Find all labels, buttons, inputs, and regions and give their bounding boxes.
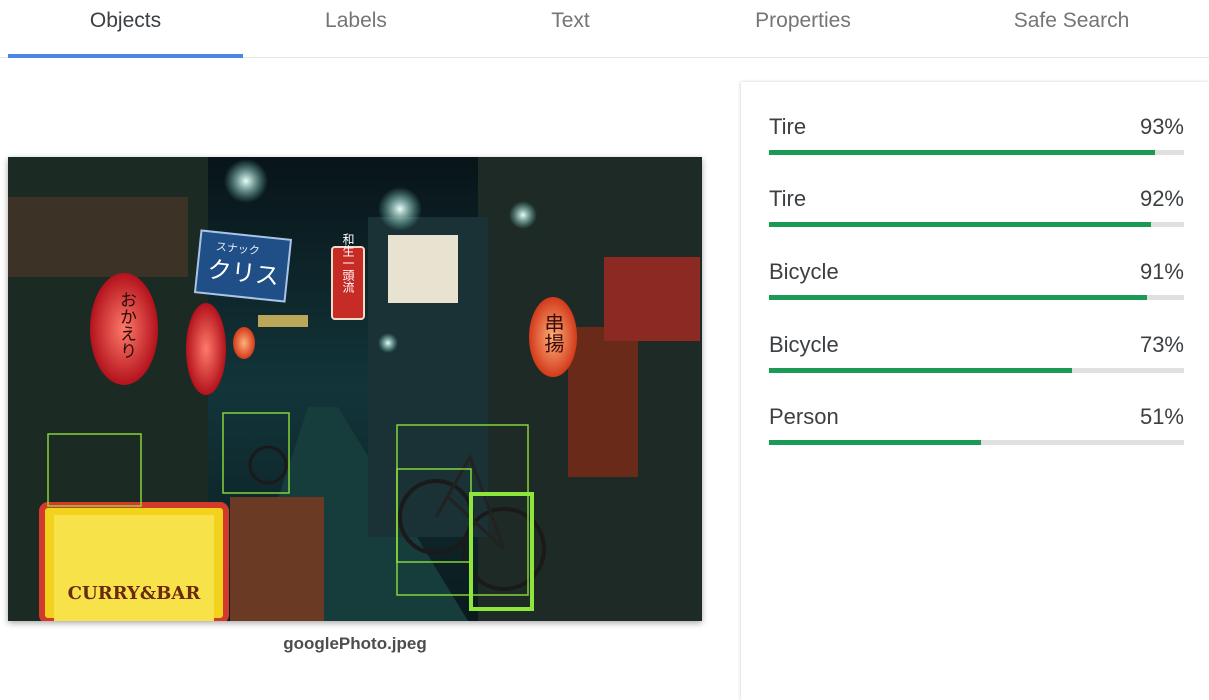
result-name: Person [769,404,839,429]
result-percent: 73% [1139,332,1184,357]
photo-illustration: スナック クリス 和生一頭流 おかえり 串揚 CURRY&BAR [8,157,702,621]
distant-lights [258,315,308,327]
confidence-bar-fill [769,222,1151,227]
result-percent: 92% [1139,186,1184,211]
confidence-bar-track [769,440,1184,445]
tab-properties-label: Properties [755,9,851,32]
confidence-bar-fill [769,150,1155,155]
street-lamp [509,201,537,229]
red-curtain [604,257,700,341]
vision-api-demo: Objects Labels Text Properties Safe Sear… [0,0,1209,700]
tab-bar: Objects Labels Text Properties Safe Sear… [0,0,1209,58]
tab-labels-label: Labels [325,9,387,32]
tab-text-label: Text [551,9,590,32]
wooden-board [230,497,324,621]
street-lamp [224,159,268,203]
tab-labels[interactable]: Labels [243,0,469,57]
result-item[interactable]: Tire 92% [769,186,1184,236]
confidence-bar-track [769,150,1184,155]
tab-properties[interactable]: Properties [672,0,934,57]
analyzed-photo: スナック クリス 和生一頭流 おかえり 串揚 CURRY&BAR [8,157,702,621]
orange-lantern-right-text: 串揚 [541,313,565,353]
tab-text[interactable]: Text [469,0,672,57]
window-glow [568,327,638,477]
confidence-bar-fill [769,295,1147,300]
result-name: Tire [769,186,807,211]
white-sign [388,235,458,303]
tab-objects-label: Objects [89,9,162,32]
result-name: Tire [769,114,807,139]
curry-bar-sign-inner [54,515,214,621]
vertical-red-sign-text: 和生一頭流 [341,233,355,293]
confidence-bar-fill [769,368,1072,373]
confidence-bar-track [769,368,1184,373]
red-lantern-middle [186,303,226,395]
street-lamp [378,187,422,231]
result-name: Bicycle [769,332,839,357]
curry-bar-sign-text: CURRY&BAR [68,583,202,604]
result-percent: 93% [1139,114,1184,139]
result-item[interactable]: Tire 93% [769,114,1184,164]
street-lamp [378,333,398,353]
result-item[interactable]: Person 51% [769,404,1184,454]
tab-objects[interactable]: Objects [8,0,243,58]
confidence-bar-fill [769,440,981,445]
result-item[interactable]: Bicycle 73% [769,332,1184,382]
left-awning [8,197,188,277]
confidence-bar-track [769,222,1184,227]
tab-safe-search[interactable]: Safe Search [934,0,1209,57]
result-name: Bicycle [769,259,839,284]
red-lantern-left-text: おかえり [116,291,136,359]
result-percent: 51% [1139,404,1184,429]
confidence-bar-track [769,295,1184,300]
image-caption: googlePhoto.jpeg [283,634,427,653]
small-lantern [233,327,255,359]
result-item[interactable]: Bicycle 91% [769,259,1184,309]
results-panel: Tire 93% Tire 92% Bicycle 91% Bicycle 73… [741,82,1209,700]
result-percent: 91% [1139,259,1184,284]
tab-safe-search-label: Safe Search [1013,9,1130,32]
